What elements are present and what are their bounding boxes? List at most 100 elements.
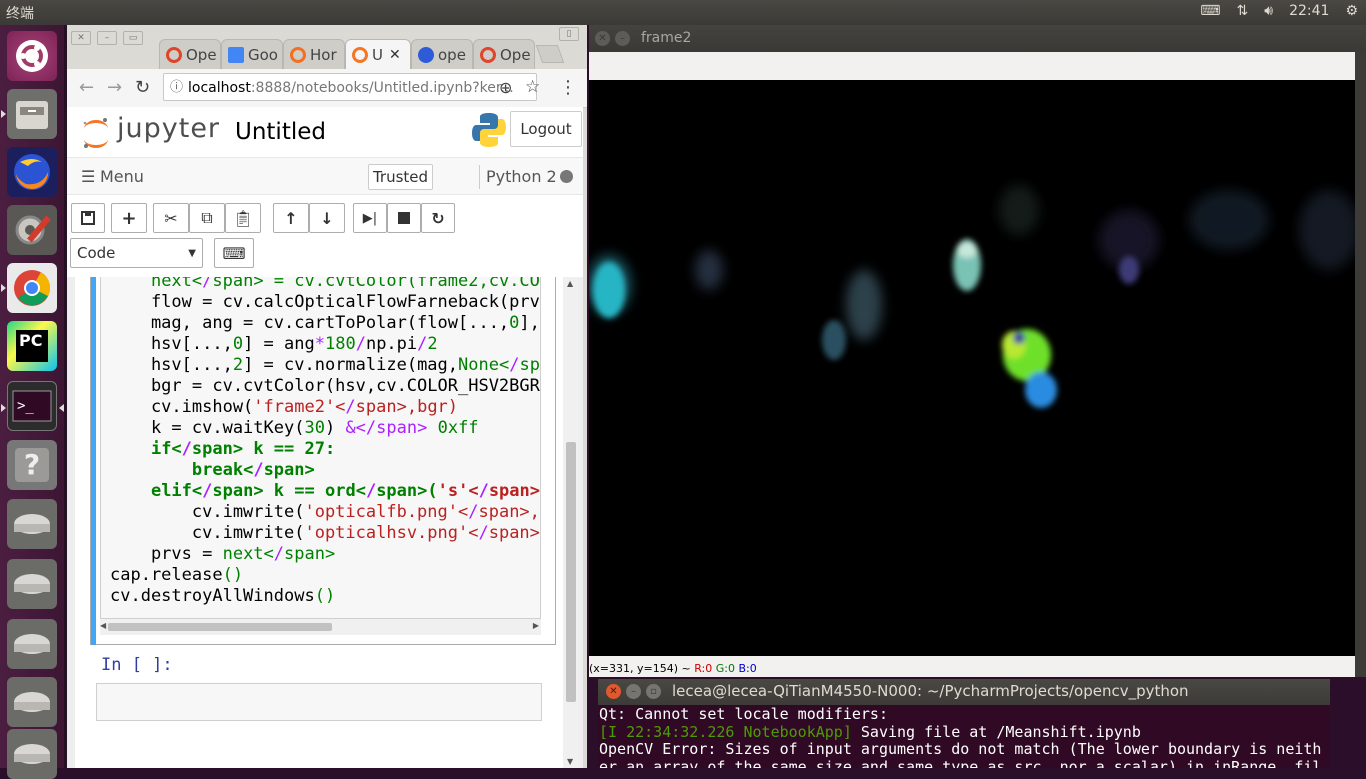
chrome-icon[interactable] [7,263,57,313]
ubuntu-dash-icon[interactable] [7,31,57,81]
new-tab-button[interactable] [535,45,565,63]
tab-2[interactable]: Hor [283,39,345,69]
chrome-menu-icon[interactable]: ⋮ [559,77,577,98]
copy-icon[interactable]: ⧉ [189,203,225,233]
running-indicator [1,404,6,412]
code-cell-selected[interactable]: next</span> = cv.cvtColor(frame2,cv.COLO… [90,277,556,645]
code-editor[interactable]: next</span> = cv.cvtColor(frame2,cv.COLO… [100,277,541,619]
save-icon[interactable] [71,203,105,233]
drive-icon[interactable] [7,499,57,549]
power-gear-icon[interactable]: ⚙ [1345,3,1358,19]
zoom-icon[interactable]: ⊕ [499,78,512,97]
scroll-down-icon[interactable]: ▼ [567,757,573,766]
reload-icon[interactable]: ↻ [135,77,150,98]
frame2-client: (x=331, y=154) ~ R:0 G:0 B:0 [589,52,1355,677]
scroll-thumb[interactable] [566,442,576,702]
jupyter-wordmark: jupyter [117,113,221,144]
tab-overflow-icon[interactable]: ▯ [559,27,579,41]
system-settings-icon[interactable] [7,205,57,255]
terminal-line: er an array of the same size and same ty… [599,757,1322,768]
minimize-icon[interactable]: – [97,31,117,45]
run-icon[interactable]: ▶| [353,203,387,233]
scroll-thumb[interactable] [108,623,332,631]
tab-label: Ope [186,45,217,64]
top-panel: 终端 ⌨ ⇅ 🔊︎ 22:41 ⚙ [0,0,1366,25]
running-indicator [1,110,6,118]
vertical-scrollbar[interactable]: ▲ ▼ [563,277,579,768]
notebook-menubar: ☰ Menu Trusted Python 2 [67,157,583,195]
drive-icon[interactable] [7,677,57,727]
notebook-title[interactable]: Untitled [235,119,326,145]
maximize-icon[interactable]: ▭ [123,31,143,45]
hamburger-icon[interactable]: ☰ [81,167,95,186]
chevron-down-icon: ▼ [188,247,196,259]
tab-4[interactable]: ope [411,39,473,69]
volume-icon[interactable]: 🔊︎ [1264,3,1273,19]
trusted-indicator[interactable]: Trusted [368,164,433,190]
jupyter-logo-icon[interactable] [81,115,111,155]
keyboard-icon[interactable]: ⌨ [1200,3,1220,19]
close-icon[interactable]: ✕ [606,684,621,699]
drive-icon[interactable] [7,729,57,779]
code-text[interactable]: next</span> = cv.cvtColor(frame2,cv.COLO… [110,277,540,607]
pycharm-icon[interactable]: PC [7,321,57,371]
close-icon[interactable]: ✕ [71,31,91,45]
empty-code-cell[interactable] [96,683,542,721]
forward-icon[interactable]: → [107,77,122,98]
firefox-icon[interactable] [7,147,57,197]
horizontal-scrollbar[interactable]: ◀ ▶ [100,619,541,635]
divider [479,165,480,189]
keyboard-shortcuts-icon[interactable]: ⌨ [214,238,254,268]
logout-button[interactable]: Logout [510,111,582,147]
code-line: if</span> k == 27: [150,439,336,459]
scroll-left-icon[interactable]: ◀ [100,621,106,630]
network-icon[interactable]: ⇅ [1237,3,1249,19]
paste-icon[interactable]: 📋︎ [225,203,261,233]
address-bar[interactable]: ⓘ localhost:8888/notebooks/Untitled.ipyn… [163,73,537,101]
minimize-icon[interactable]: – [615,31,630,46]
bookmark-star-icon[interactable]: ☆ [525,77,540,97]
code-line: mag, ang = cv.cartToPolar(flow[...,0], [110,313,540,333]
move-up-icon[interactable]: ↑ [273,203,309,233]
minimize-icon[interactable]: – [626,684,641,699]
files-icon[interactable] [7,89,57,139]
pixel-red-value: R:0 [694,662,713,675]
move-down-icon[interactable]: ↓ [309,203,345,233]
code-line: cv.imwrite('opticalfb.png'</span>,frame2… [110,502,540,522]
url-host: localhost [188,80,251,96]
tab-close-icon[interactable]: ✕ [389,47,401,63]
drive-icon[interactable] [7,559,57,609]
system-tray: ⌨ ⇅ 🔊︎ 22:41 ⚙ [1200,3,1358,19]
terminal-output[interactable]: Qt: Cannot set locale modifiers: [I 22:34… [598,706,1331,768]
interrupt-icon[interactable] [387,203,421,233]
jupyter-home-icon [290,46,306,63]
help-icon[interactable]: ? [7,440,57,490]
tab-0[interactable]: Ope [159,39,221,69]
notebook-sheet: next</span> = cv.cvtColor(frame2,cv.COLO… [75,277,575,768]
back-icon[interactable]: ← [79,77,94,98]
code-line: hsv[...,2] = cv.normalize(mag,None</span… [110,355,540,375]
clock[interactable]: 22:41 [1289,3,1329,19]
maximize-icon[interactable]: ▫ [646,684,661,699]
cut-icon[interactable]: ✂ [153,203,189,233]
code-line: elif</span> k == ord</span>('s'</span>): [150,481,540,501]
cell-type-select[interactable]: Code ▼ [70,238,203,268]
menu-button[interactable]: Menu [100,167,144,186]
optical-flow-image[interactable] [589,80,1355,656]
tab-1[interactable]: Goo [221,39,283,69]
tab-5[interactable]: Ope [473,39,535,69]
cell-selection-bar [91,277,96,645]
scroll-up-icon[interactable]: ▲ [567,279,573,288]
drive-icon[interactable] [7,619,57,669]
code-line: cv.destroyAllWindows() [110,586,336,606]
restart-icon[interactable]: ↻ [421,203,455,233]
close-icon[interactable]: ✕ [595,31,610,46]
svg-text:>_: >_ [17,398,34,414]
frame2-window: ✕ – frame2 (x=331, y=154) ~ R:0 G:0 B:0 [589,25,1366,677]
code-line: k = cv.waitKey(30) &</span> 0xff [110,418,479,438]
insert-cell-icon[interactable]: + [111,203,147,233]
terminal-icon[interactable]: >_ [7,381,57,431]
notebook-header: jupyter Untitled Logout [67,107,583,157]
tab-3-active[interactable]: U ✕ [345,39,411,69]
scroll-right-icon[interactable]: ▶ [533,621,539,630]
